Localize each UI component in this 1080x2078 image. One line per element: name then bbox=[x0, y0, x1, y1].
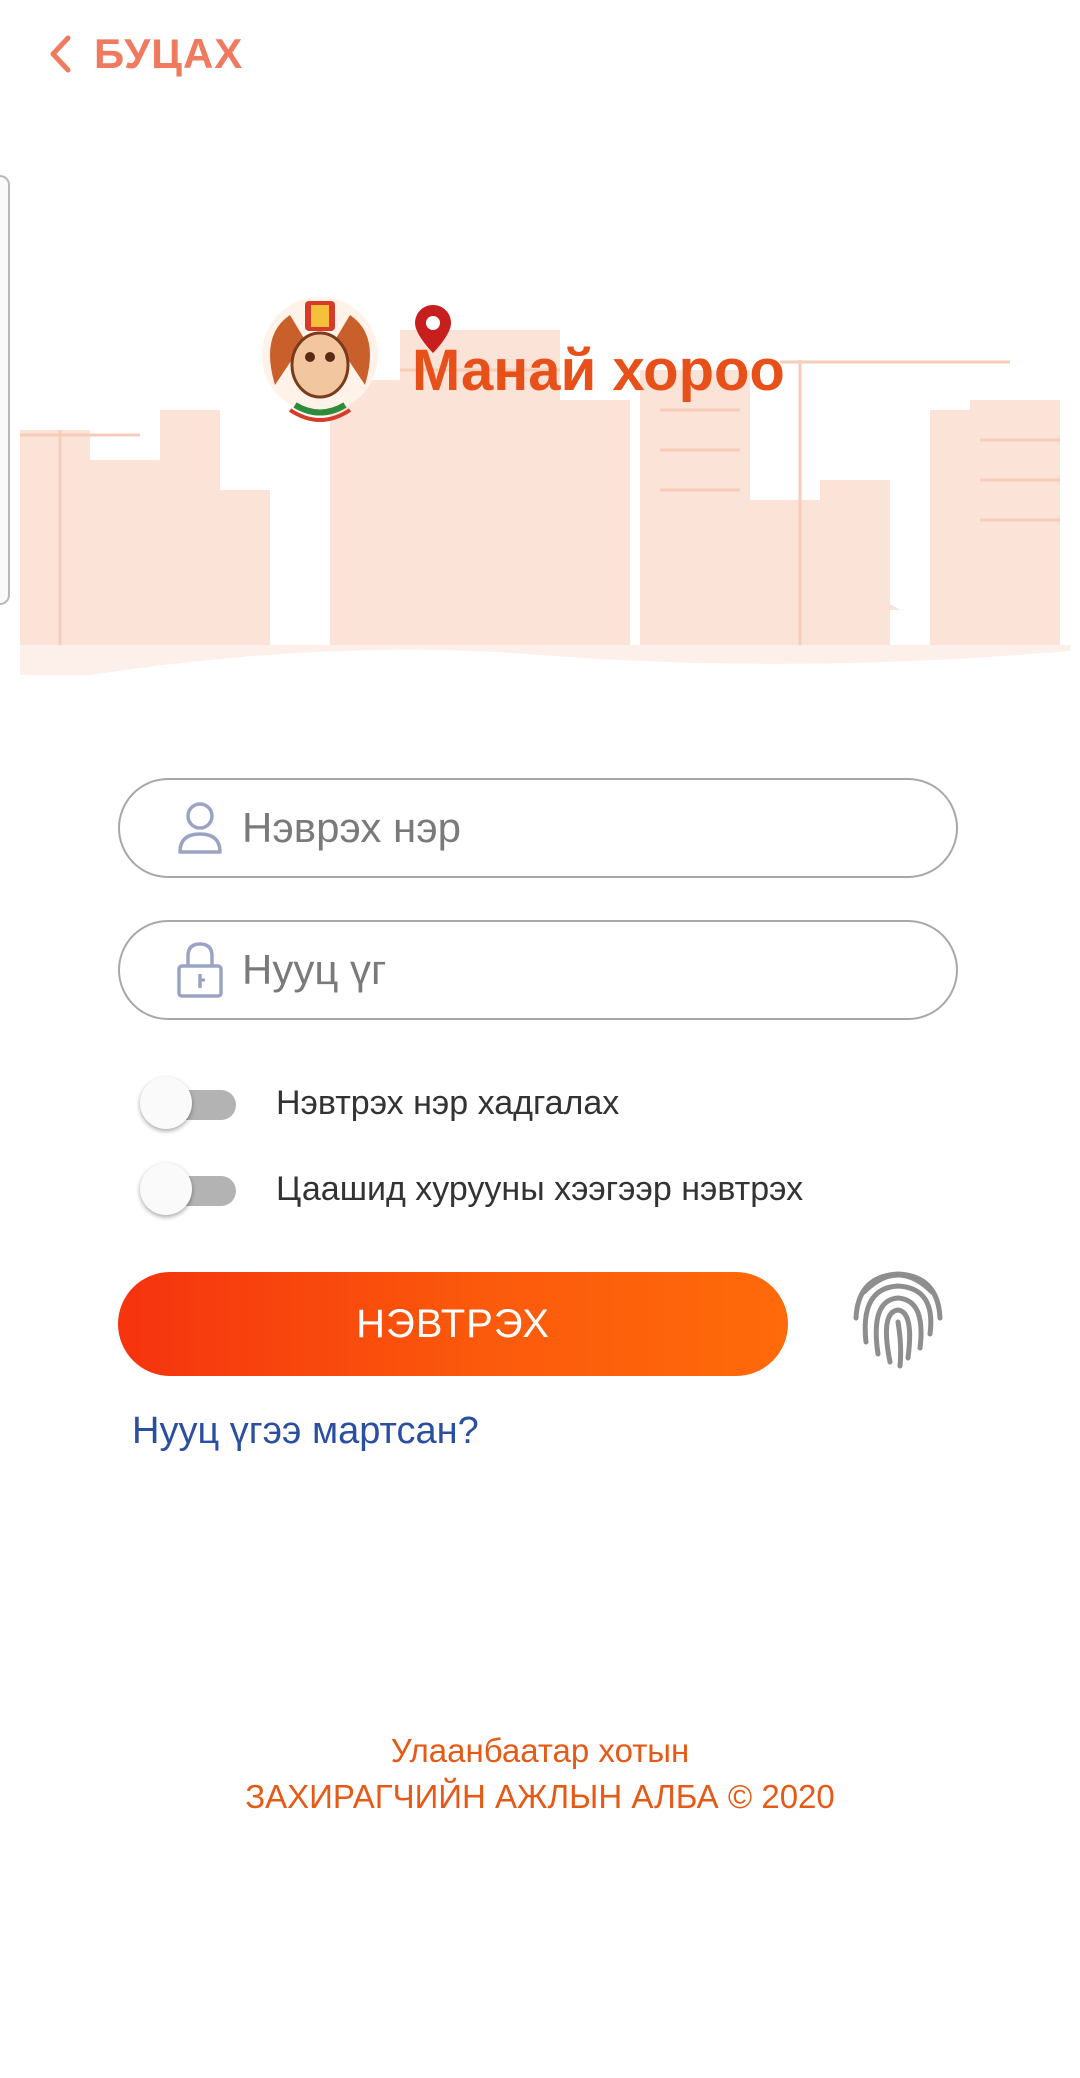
toggle-knob bbox=[140, 1163, 192, 1215]
password-field[interactable] bbox=[118, 920, 958, 1020]
remember-username-row: Нэвтрэх нэр хадгалах bbox=[140, 1073, 619, 1133]
footer: Улаанбаатар хотын ЗАХИРАГЧИЙН АЖЛЫН АЛБА… bbox=[0, 1728, 1080, 1820]
username-field[interactable] bbox=[118, 778, 958, 878]
fingerprint-login-label: Цаашид хурууны хээгээр нэвтрэх bbox=[276, 1169, 804, 1208]
username-input[interactable] bbox=[240, 803, 956, 853]
remember-username-toggle[interactable] bbox=[140, 1077, 240, 1129]
toggle-knob bbox=[140, 1077, 192, 1129]
forgot-password-link[interactable]: Нууц үгээ мартсан? bbox=[132, 1410, 479, 1453]
back-button[interactable]: БУЦАХ bbox=[48, 24, 243, 84]
footer-office: ЗАХИРАГЧИЙН АЖЛЫН АЛБА © 2020 bbox=[245, 1778, 835, 1815]
login-button[interactable]: НЭВТРЭХ bbox=[118, 1272, 788, 1376]
app-name: Манай хороо bbox=[412, 338, 785, 403]
chevron-left-icon bbox=[50, 35, 71, 73]
fingerprint-login-toggle[interactable] bbox=[140, 1163, 240, 1215]
fingerprint-login-row: Цаашид хурууны хээгээр нэвтрэх bbox=[140, 1159, 803, 1219]
remember-username-label: Нэвтрэх нэр хадгалах bbox=[276, 1083, 620, 1122]
city-skyline-banner: Манай хороо bbox=[0, 297, 1080, 720]
back-label: БУЦАХ bbox=[94, 30, 244, 77]
password-input[interactable] bbox=[240, 945, 956, 995]
footer-city: Улаанбаатар хотын bbox=[390, 1732, 690, 1769]
fingerprint-icon[interactable] bbox=[850, 1262, 946, 1372]
